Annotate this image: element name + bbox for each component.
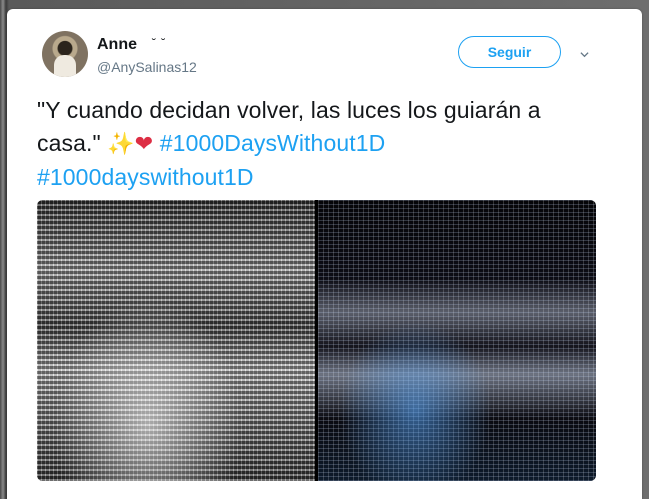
photo-stadium-bw[interactable] bbox=[37, 200, 315, 481]
hashtag-link[interactable]: #1000dayswithout1D bbox=[37, 164, 254, 190]
heart-icon: ❤ bbox=[134, 132, 154, 157]
avatar-head bbox=[58, 41, 72, 55]
photo-arena-lights[interactable] bbox=[318, 200, 596, 481]
tweet-text: "Y cuando decidan volver, las luces los … bbox=[37, 94, 597, 194]
hashtag-link[interactable]: #1000DaysWithout1D bbox=[160, 130, 386, 156]
avatar-body bbox=[54, 55, 76, 77]
tweet-media bbox=[37, 200, 596, 481]
sparkles-icon: ✨ bbox=[107, 132, 135, 157]
follow-button[interactable]: Seguir bbox=[458, 36, 561, 68]
chevron-down-icon[interactable] bbox=[580, 50, 589, 59]
avatar[interactable] bbox=[42, 31, 88, 77]
author-handle[interactable]: @AnySalinas12 bbox=[97, 59, 197, 75]
author-name-emoji: ˘ ˘ bbox=[152, 36, 167, 50]
author-name[interactable]: Anne bbox=[97, 36, 137, 54]
